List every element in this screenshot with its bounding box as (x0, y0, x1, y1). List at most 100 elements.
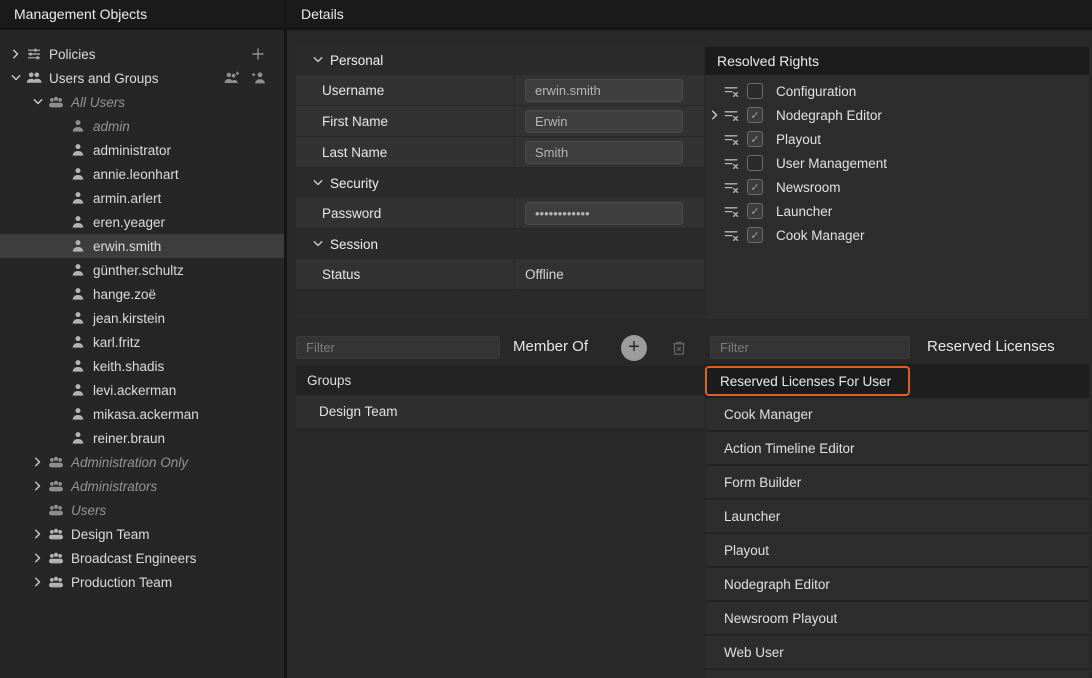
right-checkbox-checked[interactable]: ✓ (747, 179, 763, 195)
right-item-newsroom[interactable]: ✓ Newsroom (705, 175, 1089, 199)
chevron-right-icon[interactable] (10, 48, 22, 60)
tree-item-all-users[interactable]: All Users (0, 90, 284, 114)
tree-item-broadcast-engineers[interactable]: Broadcast Engineers (0, 546, 284, 570)
tree-item-user-levi-ackerman[interactable]: levi.ackerman (0, 378, 284, 402)
reserved-licenses-for-user-highlight[interactable]: Reserved Licenses For User (705, 366, 910, 396)
group-icon (48, 478, 64, 494)
first-name-label: First Name (296, 106, 515, 136)
user-icon (70, 430, 86, 446)
right-item-nodegraph-editor[interactable]: ✓ Nodegraph Editor (705, 103, 1089, 127)
right-checkbox-checked[interactable]: ✓ (747, 203, 763, 219)
group-membership-row[interactable]: Design Team (296, 395, 704, 429)
tree-item-users-and-groups[interactable]: Users and Groups (0, 66, 284, 90)
group-icon (48, 94, 64, 110)
license-row-cook-manager[interactable]: Cook Manager (705, 398, 1089, 432)
user-icon (70, 262, 86, 278)
tree-item-design-team[interactable]: Design Team (0, 522, 284, 546)
license-row-newsroom-playout[interactable]: Newsroom Playout (705, 602, 1089, 636)
section-header-personal[interactable]: Personal (296, 45, 704, 75)
tree-item-administrators[interactable]: Administrators (0, 474, 284, 498)
chevron-right-icon[interactable] (32, 552, 44, 564)
right-checkbox-unchecked[interactable] (747, 83, 763, 99)
license-row-form-builder[interactable]: Form Builder (705, 466, 1089, 500)
tree-item-administration-only[interactable]: Administration Only (0, 450, 284, 474)
license-row-action-timeline-editor[interactable]: Action Timeline Editor (705, 432, 1089, 466)
right-checkbox-checked[interactable]: ✓ (747, 227, 763, 243)
license-row-nodegraph-editor[interactable]: Nodegraph Editor (705, 568, 1089, 602)
group-icon (48, 454, 64, 470)
details-title: Details (301, 6, 344, 22)
license-row-launcher[interactable]: Launcher (705, 500, 1089, 534)
chevron-down-icon[interactable] (312, 177, 324, 189)
user-icon (70, 382, 86, 398)
right-item-configuration[interactable]: Configuration (705, 79, 1089, 103)
add-group-icon[interactable] (224, 70, 240, 86)
tree-item-user-eren-yeager[interactable]: eren.yeager (0, 210, 284, 234)
chevron-right-icon[interactable] (32, 528, 44, 540)
tree-item-policies[interactable]: Policies (0, 42, 284, 66)
chevron-down-icon[interactable] (32, 96, 44, 108)
tree-item-user-admin[interactable]: admin (0, 114, 284, 138)
chevron-right-icon[interactable] (32, 576, 44, 588)
tree-item-user-armin-arlert[interactable]: armin.arlert (0, 186, 284, 210)
last-name-input[interactable] (525, 141, 683, 164)
group-icon (48, 574, 64, 590)
tree-item-user-reiner-braun[interactable]: reiner.braun (0, 426, 284, 450)
tree-item-users-group[interactable]: Users (0, 498, 284, 522)
tree-item-user-gunther-schultz[interactable]: günther.schultz (0, 258, 284, 282)
right-checkbox-checked[interactable]: ✓ (747, 131, 763, 147)
tree-item-user-annie-leonhart[interactable]: annie.leonhart (0, 162, 284, 186)
license-row-playout[interactable]: Playout (705, 534, 1089, 568)
chevron-down-icon[interactable] (312, 238, 324, 250)
member-of-filter-input[interactable] (296, 336, 500, 359)
tree-item-user-hange-zoe[interactable]: hange.zoë (0, 282, 284, 306)
reserved-licenses-panel: Reserved Licenses Reserved Licenses For … (705, 336, 1089, 678)
rights-icon (723, 155, 739, 171)
right-item-playout[interactable]: ✓ Playout (705, 127, 1089, 151)
resolved-rights-header: Resolved Rights (705, 47, 1089, 75)
tree-item-user-jean-kirstein[interactable]: jean.kirstein (0, 306, 284, 330)
chevron-down-icon[interactable] (312, 54, 324, 66)
tree-item-user-erwin-smith-selected[interactable]: erwin.smith (0, 234, 284, 258)
tree-item-user-karl-fritz[interactable]: karl.fritz (0, 330, 284, 354)
right-checkbox-checked[interactable]: ✓ (747, 107, 763, 123)
rights-icon (723, 203, 739, 219)
licenses-list: Cook Manager Action Timeline Editor Form… (705, 398, 1089, 678)
form-row-first-name: First Name (296, 106, 704, 137)
tree-item-user-keith-shadis[interactable]: keith.shadis (0, 354, 284, 378)
chevron-right-icon[interactable] (709, 109, 721, 121)
form-row-status: Status Offline (296, 259, 704, 290)
user-icon (70, 286, 86, 302)
username-input[interactable] (525, 79, 683, 102)
chevron-right-icon[interactable] (32, 456, 44, 468)
tree-item-user-administrator[interactable]: administrator (0, 138, 284, 162)
right-item-launcher[interactable]: ✓ Launcher (705, 199, 1089, 223)
rights-icon (723, 131, 739, 147)
user-icon (70, 358, 86, 374)
add-membership-button[interactable]: + (621, 335, 647, 361)
section-header-security[interactable]: Security (296, 168, 704, 198)
tree-item-production-team[interactable]: Production Team (0, 570, 284, 594)
section-header-session[interactable]: Session (296, 229, 704, 259)
right-checkbox-unchecked[interactable] (747, 155, 763, 171)
right-item-user-management[interactable]: User Management (705, 151, 1089, 175)
first-name-input[interactable] (525, 110, 683, 133)
add-user-icon[interactable] (250, 70, 266, 86)
password-input[interactable] (525, 202, 683, 225)
details-content: Personal Username First Name Last Name S… (287, 33, 1092, 678)
sidebar-titlebar: Management Objects (0, 0, 284, 30)
groups-column-header: Groups (296, 366, 704, 395)
add-policy-icon[interactable] (250, 46, 266, 62)
tree-item-user-mikasa-ackerman[interactable]: mikasa.ackerman (0, 402, 284, 426)
remove-membership-trash-icon[interactable] (670, 339, 688, 357)
app-window: Management Objects Policies Users and Gr… (0, 0, 1092, 678)
reserved-licenses-filter-input[interactable] (710, 336, 910, 359)
rights-icon (723, 227, 739, 243)
user-icon (70, 310, 86, 326)
rights-icon (723, 83, 739, 99)
rights-icon (723, 179, 739, 195)
chevron-right-icon[interactable] (32, 480, 44, 492)
license-row-web-user[interactable]: Web User (705, 636, 1089, 670)
right-item-cook-manager[interactable]: ✓ Cook Manager (705, 223, 1089, 247)
chevron-down-icon[interactable] (10, 72, 22, 84)
